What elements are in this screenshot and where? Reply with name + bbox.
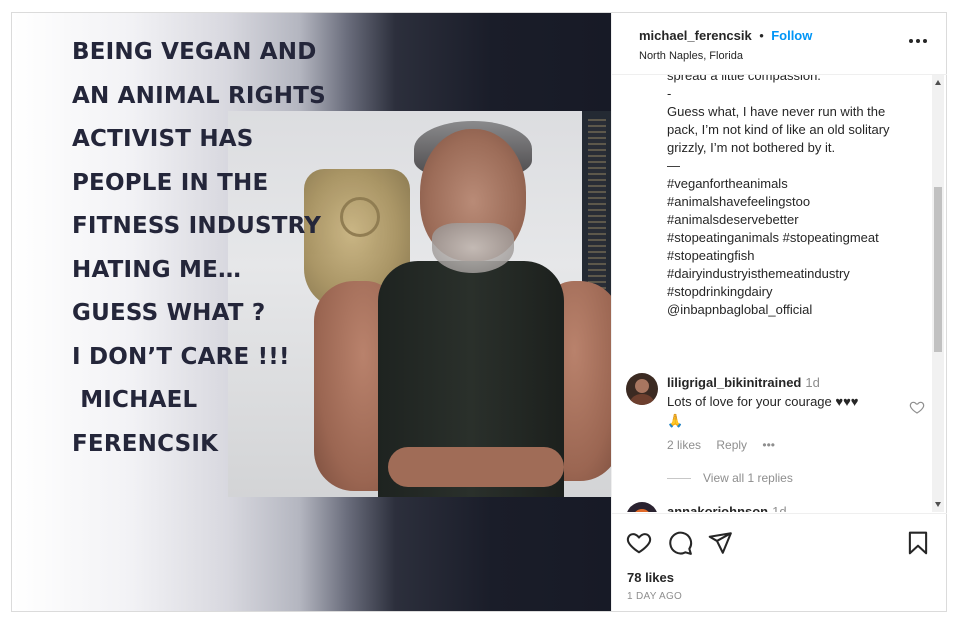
- action-bar: 78 likes 1 DAY AGO: [612, 513, 947, 611]
- overlay-line: BEING VEGAN AND: [72, 39, 317, 65]
- hashtag-link[interactable]: #veganfortheanimals: [667, 175, 923, 193]
- follow-button[interactable]: Follow: [771, 28, 812, 43]
- overlay-line: PEOPLE IN THE: [72, 169, 269, 196]
- hashtag-link[interactable]: #stopeatinganimals #stopeatingmeat: [667, 229, 923, 247]
- caption-line: pack, I’m not kind of like an old solita…: [667, 122, 890, 137]
- caption-line: spread a little compassion.: [667, 75, 821, 83]
- overlay-line: I DON’T CARE !!!: [72, 343, 290, 370]
- mention-link[interactable]: @inbapnbaglobal_official: [667, 301, 923, 319]
- hashtag-link[interactable]: #stopeatingfish: [667, 247, 923, 265]
- comment-emoji: 🙏: [667, 413, 684, 428]
- hashtag-link[interactable]: #dairyindustryisthemeatindustry: [667, 265, 923, 283]
- overlay-line: FERENCSIK: [72, 430, 219, 457]
- post-media[interactable]: BEING VEGAN AND AN ANIMAL RIGHTS ACTIVIS…: [12, 13, 611, 611]
- comment-username[interactable]: liligrigal_bikinitrained: [667, 375, 801, 390]
- scrollbar-thumb[interactable]: [934, 187, 942, 352]
- likes-count[interactable]: 78 likes: [627, 570, 674, 585]
- comment-like-icon[interactable]: [908, 399, 926, 415]
- comment-more-icon[interactable]: •••: [762, 438, 775, 452]
- media-overlay-text: BEING VEGAN AND AN ANIMAL RIGHTS ACTIVIS…: [72, 31, 362, 466]
- overlay-line: ACTIVIST HAS: [72, 126, 254, 152]
- bookmark-icon[interactable]: [905, 530, 931, 556]
- comment-time: 1d: [805, 375, 820, 390]
- post-location[interactable]: North Naples, Florida: [639, 50, 947, 62]
- scroll-down-arrow[interactable]: [935, 502, 941, 507]
- reply-button[interactable]: Reply: [716, 438, 747, 452]
- overlay-line: HATING ME…: [72, 256, 242, 283]
- avatar[interactable]: [626, 373, 658, 405]
- overlay-line: AN ANIMAL RIGHTS: [72, 82, 326, 109]
- caption-line: grizzly, I’m not bothered by it.: [667, 140, 836, 155]
- more-options-icon[interactable]: [909, 35, 929, 47]
- caption-line: —: [667, 158, 680, 173]
- comment-time: 1d: [772, 504, 787, 512]
- separator-dot: •: [759, 28, 764, 43]
- post-date: 1 DAY AGO: [627, 591, 683, 602]
- overlay-line: GUESS WHAT ?: [72, 300, 266, 326]
- scrollbar[interactable]: [932, 75, 944, 512]
- hashtag-link[interactable]: #animalshavefeelingstoo: [667, 193, 923, 211]
- post-dialog: BEING VEGAN AND AN ANIMAL RIGHTS ACTIVIS…: [11, 12, 947, 612]
- post-sidebar: michael_ferencsik • Follow North Naples,…: [611, 13, 947, 611]
- scroll-up-arrow[interactable]: [935, 80, 941, 85]
- post-header: michael_ferencsik • Follow North Naples,…: [612, 13, 947, 75]
- hashtag-link[interactable]: #stopdrinkingdairy: [667, 283, 923, 301]
- post-caption: spread a little compassion. - Guess what…: [667, 75, 923, 319]
- caption-line: -: [667, 86, 672, 101]
- overlay-line: MICHAEL: [72, 387, 198, 413]
- share-icon[interactable]: [707, 530, 733, 556]
- overlay-line: FITNESS INDUSTRY: [72, 213, 322, 239]
- comment-text: Lots of love for your courage ♥♥♥: [667, 394, 859, 409]
- caption-line: Guess what, I have never run with the: [667, 104, 886, 119]
- comment-icon[interactable]: [667, 530, 693, 556]
- comments-scroll-area[interactable]: spread a little compassion. - Guess what…: [612, 75, 947, 512]
- view-replies-label: View all 1 replies: [703, 471, 793, 485]
- hashtag-link[interactable]: #animalsdeservebetter: [667, 211, 923, 229]
- avatar[interactable]: [626, 502, 658, 512]
- author-username[interactable]: michael_ferencsik: [639, 28, 752, 43]
- comment-likes[interactable]: 2 likes: [667, 438, 701, 452]
- comment-username[interactable]: annakorjohnson: [667, 504, 768, 512]
- view-replies-button[interactable]: View all 1 replies: [667, 471, 793, 485]
- heart-icon[interactable]: [626, 530, 652, 556]
